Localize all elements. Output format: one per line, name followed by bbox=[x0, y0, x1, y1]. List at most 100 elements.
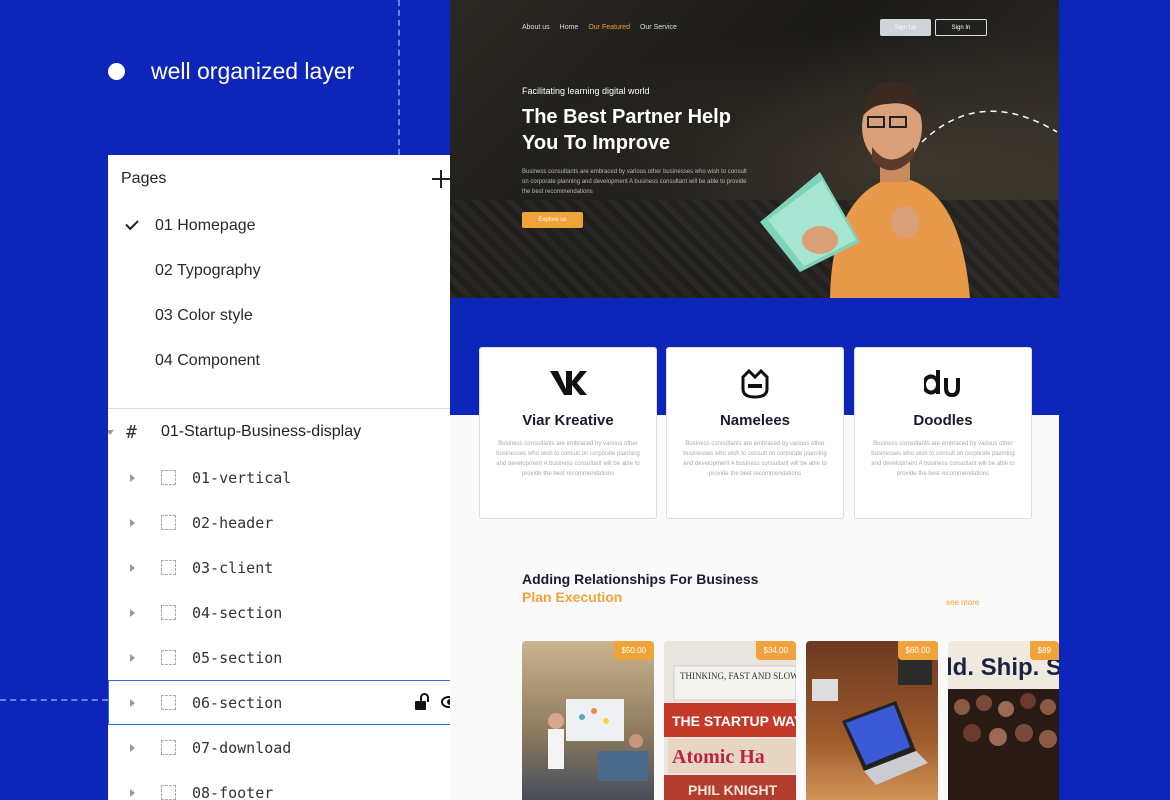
client-card[interactable]: Namelees Business consultants are embrac… bbox=[666, 347, 844, 519]
hero-title: The Best Partner Help You To Improve bbox=[522, 106, 731, 154]
book-stack-image: THINKING, FAST AND SLOW THE STARTUP WAY … bbox=[664, 665, 796, 800]
card-description: Business consultants are embraced by var… bbox=[683, 441, 827, 477]
pages-title: Pages bbox=[121, 170, 167, 187]
hero-section: About us Home Our Featured Our Service S… bbox=[450, 0, 1059, 298]
product-card-crowd[interactable]: ld. Ship. S $89 bbox=[948, 641, 1059, 800]
layer-label: 06-section bbox=[192, 693, 283, 712]
section-subtitle: Plan Execution bbox=[522, 589, 623, 605]
layer-row[interactable]: 03-client bbox=[108, 545, 477, 590]
site-nav: About us Home Our Featured Our Service bbox=[522, 24, 677, 31]
layer-label: 08-footer bbox=[192, 783, 274, 800]
page-item-component[interactable]: 04 Component bbox=[108, 338, 477, 383]
card-description: Business consultants are embraced by var… bbox=[496, 441, 640, 477]
card-title: Doodles bbox=[913, 412, 973, 429]
expand-arrow-icon[interactable] bbox=[130, 563, 135, 572]
product-card-laptop[interactable]: $60.00 bbox=[806, 641, 938, 800]
layer-label: 01-vertical bbox=[192, 468, 292, 487]
bullet-dot-icon bbox=[108, 63, 125, 80]
expand-arrow-icon[interactable] bbox=[130, 698, 135, 707]
book-title-phil-knight: PHIL KNIGHT bbox=[688, 782, 778, 798]
layer-row[interactable]: 07-download bbox=[108, 725, 477, 770]
card-title: Viar Kreative bbox=[522, 412, 614, 429]
price-badge: $50.00 bbox=[613, 641, 654, 660]
layer-row[interactable]: 04-section bbox=[108, 590, 477, 635]
du-logo-icon bbox=[855, 366, 1031, 400]
sign-in-button[interactable]: Sign In bbox=[935, 19, 987, 36]
price-badge: $89 bbox=[1029, 641, 1059, 660]
sign-up-button[interactable]: Sign Up bbox=[880, 19, 931, 36]
dashed-guide-vertical bbox=[398, 0, 400, 155]
price-badge: $60.00 bbox=[897, 641, 938, 660]
expand-arrow-icon[interactable] bbox=[130, 743, 135, 752]
product-card-books[interactable]: THINKING, FAST AND SLOW THE STARTUP WAY … bbox=[664, 641, 796, 800]
price-badge: $34.00 bbox=[755, 641, 796, 660]
product-card-office[interactable]: $50.00 bbox=[522, 641, 654, 800]
expand-arrow-icon[interactable] bbox=[130, 518, 135, 527]
crowd-banner-image: ld. Ship. S bbox=[948, 654, 1059, 800]
dashed-guide-horizontal bbox=[0, 699, 108, 701]
nav-link-service[interactable]: Our Service bbox=[640, 24, 677, 31]
page-label: 02 Typography bbox=[155, 261, 261, 279]
page-label: 03 Color style bbox=[155, 306, 253, 324]
caret-down-icon[interactable] bbox=[108, 429, 114, 435]
card-title: Namelees bbox=[719, 412, 791, 429]
expand-arrow-icon[interactable] bbox=[130, 473, 135, 482]
hero-kicker: Facilitating learning digital world bbox=[522, 86, 650, 96]
frame-hash-icon: # bbox=[126, 421, 137, 443]
expand-arrow-icon[interactable] bbox=[130, 788, 135, 797]
group-dashed-icon bbox=[161, 785, 176, 800]
page-item-typography[interactable]: 02 Typography bbox=[108, 248, 477, 293]
frame-row[interactable]: # 01-Startup-Business-display bbox=[108, 409, 477, 455]
layer-label: 03-client bbox=[192, 558, 274, 577]
group-dashed-icon bbox=[161, 605, 176, 620]
client-card[interactable]: Viar Kreative Business consultants are e… bbox=[479, 347, 657, 519]
page-item-homepage[interactable]: 01 Homepage bbox=[108, 203, 477, 248]
pages-header: Pages bbox=[108, 155, 477, 203]
nav-link-about[interactable]: About us bbox=[522, 24, 550, 31]
explore-button[interactable]: Explore us bbox=[522, 212, 583, 228]
unlock-icon[interactable] bbox=[415, 693, 429, 711]
website-preview: About us Home Our Featured Our Service S… bbox=[450, 0, 1059, 800]
card-description: Business consultants are embraced by var… bbox=[871, 441, 1015, 477]
laptop-desk-image bbox=[812, 659, 932, 785]
layer-label: 02-header bbox=[192, 513, 274, 532]
client-card[interactable]: Doodles Business consultants are embrace… bbox=[854, 347, 1032, 519]
layer-row-selected[interactable]: 06-section bbox=[108, 680, 477, 725]
nav-link-featured[interactable]: Our Featured bbox=[588, 24, 630, 31]
frame-name: 01-Startup-Business-display bbox=[161, 423, 362, 440]
layers-panel: Pages 01 Homepage 02 Typography 03 Color… bbox=[108, 155, 477, 800]
group-dashed-icon bbox=[161, 470, 176, 485]
expand-arrow-icon[interactable] bbox=[130, 608, 135, 617]
page-item-color-style[interactable]: 03 Color style bbox=[108, 293, 477, 338]
section-title: Adding Relationships For Business bbox=[522, 571, 759, 587]
hero-description: Business consultants are embraced by var… bbox=[522, 169, 747, 195]
nav-link-home[interactable]: Home bbox=[560, 24, 579, 31]
add-page-plus-icon[interactable] bbox=[431, 169, 451, 189]
layer-row[interactable]: 05-section bbox=[108, 635, 477, 680]
layer-label: 04-section bbox=[192, 603, 283, 622]
layer-row[interactable]: 08-footer bbox=[108, 770, 477, 800]
layer-label: 05-section bbox=[192, 648, 283, 667]
group-dashed-icon bbox=[161, 695, 176, 710]
group-dashed-icon bbox=[161, 515, 176, 530]
feature-bullet: well organized layer bbox=[108, 58, 354, 85]
expand-arrow-icon[interactable] bbox=[130, 653, 135, 662]
book-title-startup-way: THE STARTUP WAY bbox=[672, 713, 796, 729]
office-meeting-image bbox=[548, 699, 648, 781]
group-dashed-icon bbox=[161, 650, 176, 665]
hero-person-photo bbox=[760, 81, 970, 298]
checkmark-icon bbox=[124, 216, 139, 231]
book-title-thinking: THINKING, FAST AND SLOW bbox=[680, 671, 796, 681]
see-more-link[interactable]: see more bbox=[946, 598, 979, 607]
page-label: 01 Homepage bbox=[155, 216, 256, 234]
book-title-atomic: Atomic Ha bbox=[672, 746, 765, 768]
crown-face-logo-icon bbox=[667, 366, 843, 400]
page-label: 04 Component bbox=[155, 351, 260, 369]
group-dashed-icon bbox=[161, 560, 176, 575]
group-dashed-icon bbox=[161, 740, 176, 755]
feature-caption: well organized layer bbox=[151, 58, 355, 84]
layer-label: 07-download bbox=[192, 738, 292, 757]
layer-row[interactable]: 02-header bbox=[108, 500, 477, 545]
vk-logo-icon bbox=[480, 366, 656, 400]
layer-row[interactable]: 01-vertical bbox=[108, 455, 477, 500]
